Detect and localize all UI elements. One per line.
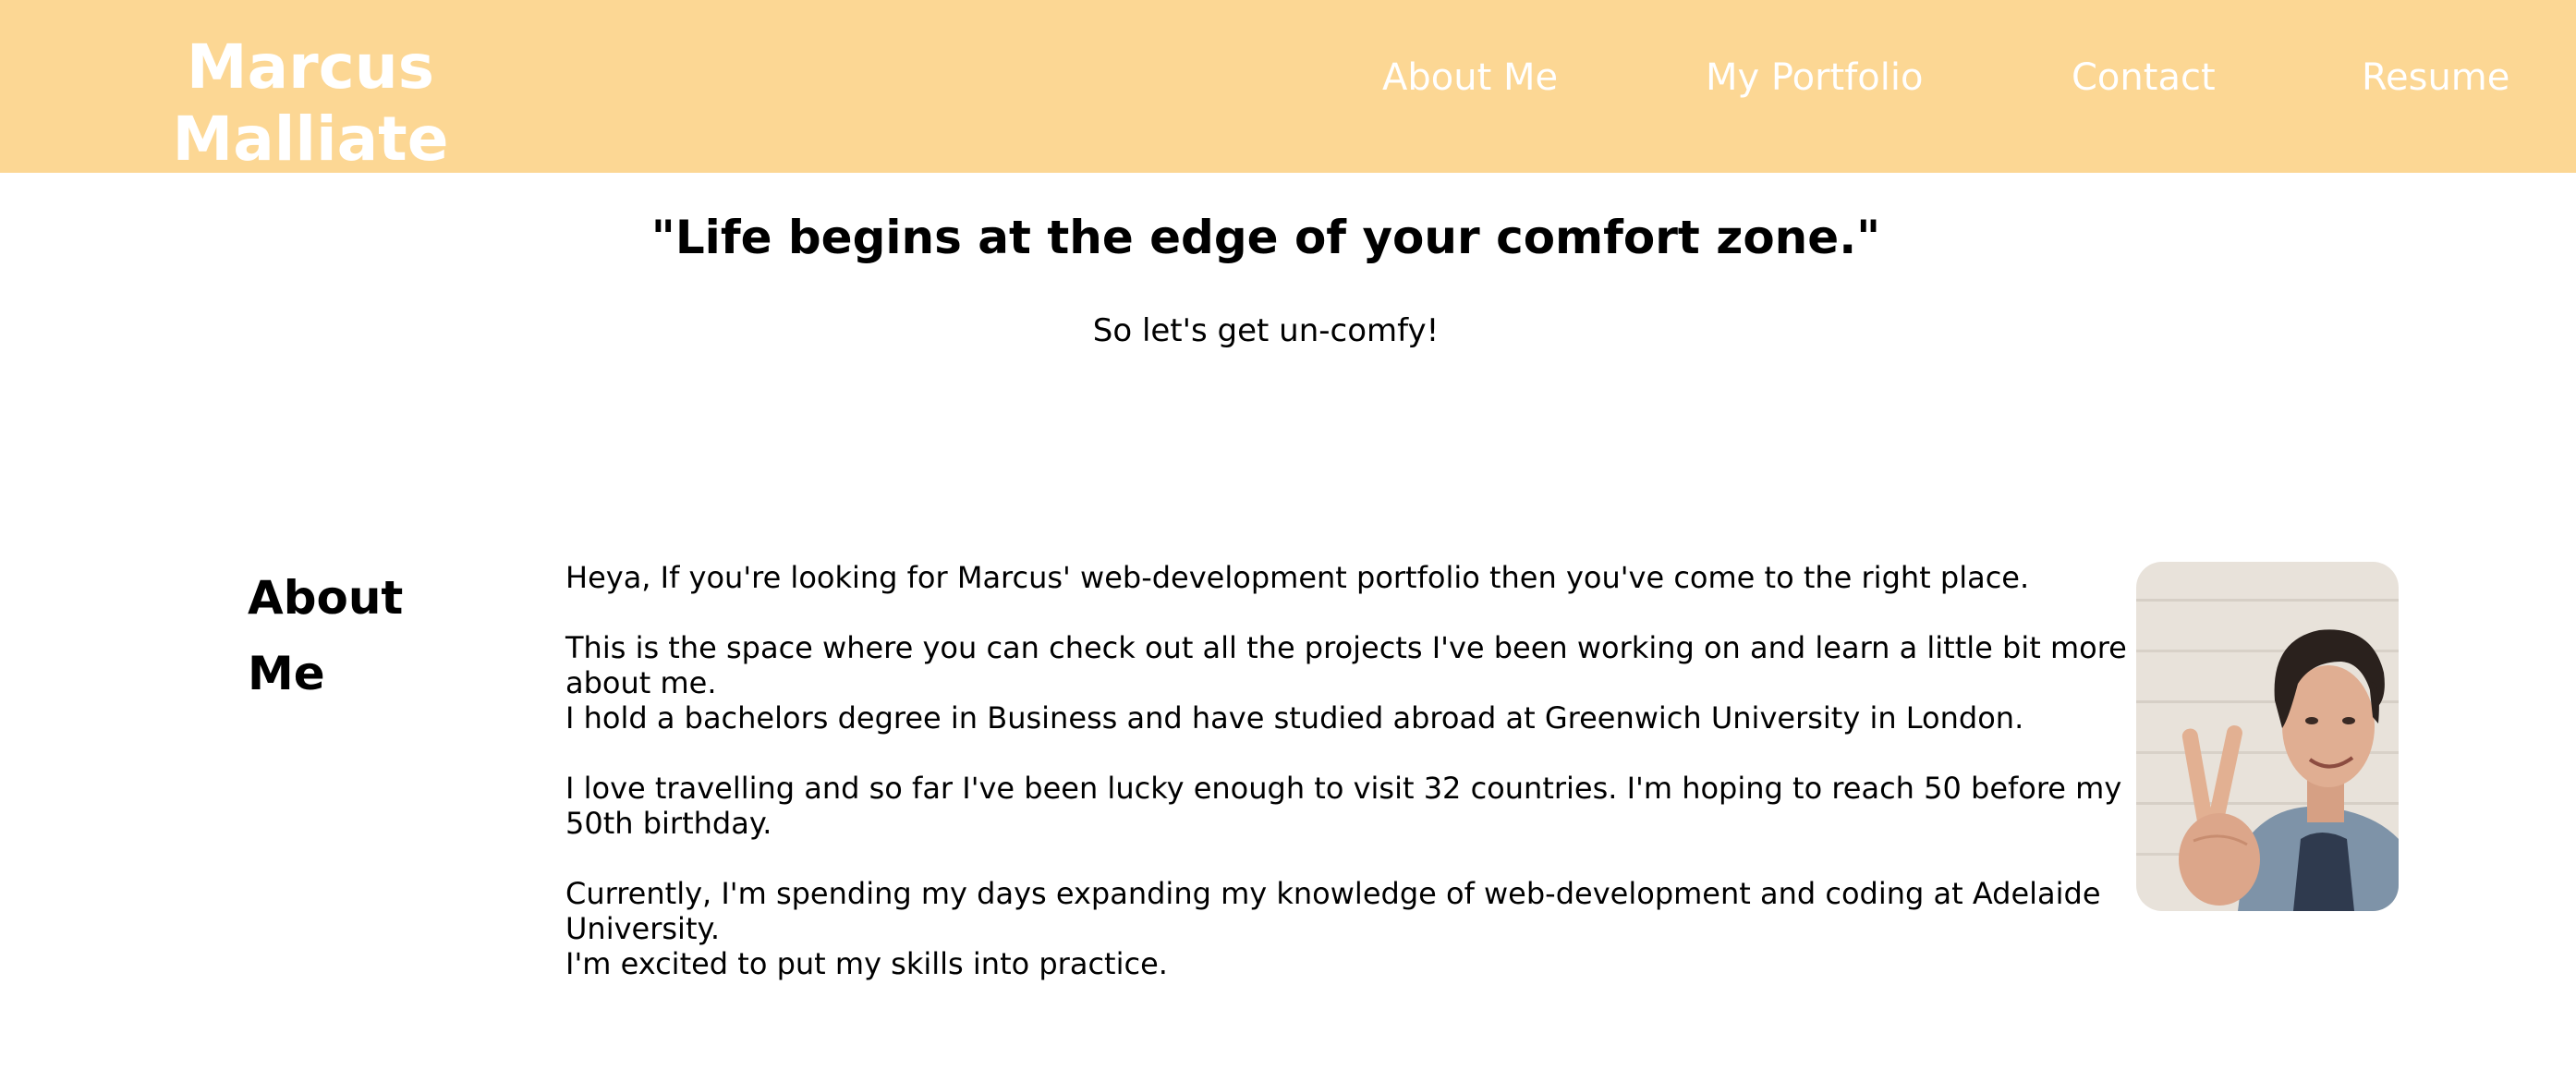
about-paragraph: Heya, If you're looking for Marcus' web-… [565,560,2127,595]
nav-link-resume[interactable]: Resume [2362,54,2509,102]
about-line: This is the space where you can check ou… [565,630,2127,700]
about-line: I hold a bachelors degree in Business an… [565,700,2024,736]
hero-quote: "Life begins at the edge of your comfort… [650,211,1881,264]
profile-photo-image [2136,562,2399,911]
about-line: I'm excited to put my skills into practi… [565,946,1168,981]
site-header: Marcus Malliate Full Stack Developer Abo… [0,0,2576,207]
about-line: Currently, I'm spending my days expandin… [565,876,2101,946]
about-heading: About Me [248,571,404,700]
nav-link-about-me[interactable]: About Me [1382,54,1558,102]
brand: Marcus Malliate Full Stack Developer [52,31,569,207]
nav-link-contact[interactable]: Contact [2072,54,2216,102]
site-title[interactable]: Marcus Malliate [52,31,569,176]
site-subtitle: Full Stack Developer [158,173,463,208]
about-paragraph: I love travelling and so far I've been l… [565,771,2127,841]
hero-tagline: So let's get un-comfy! [1092,312,1440,349]
profile-photo [2136,562,2399,911]
about-line: Heya, If you're looking for Marcus' web-… [565,560,2030,595]
about-paragraph: Currently, I'm spending my days expandin… [565,876,2127,981]
about-text: Heya, If you're looking for Marcus' web-… [565,560,2127,981]
nav-link-my-portfolio[interactable]: My Portfolio [1706,54,1923,102]
about-paragraph: This is the space where you can check ou… [565,630,2127,736]
about-line: I love travelling and so far I've been l… [565,771,2122,841]
